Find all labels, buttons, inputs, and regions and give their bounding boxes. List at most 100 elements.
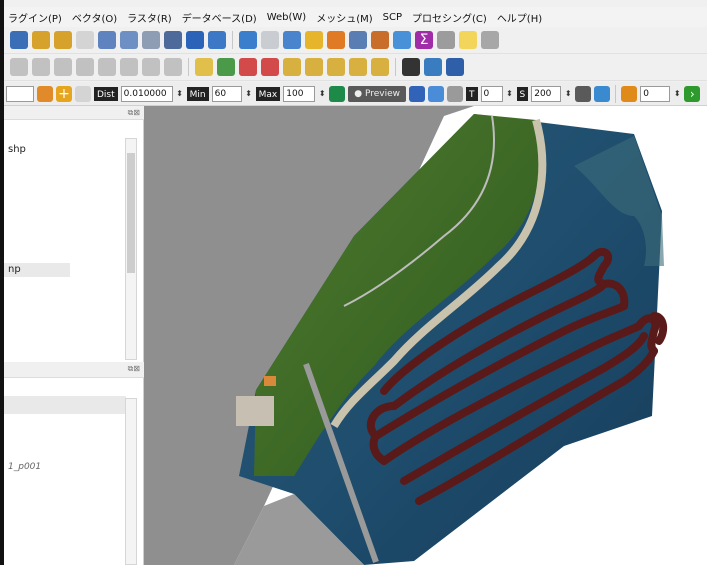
toolbar-separator (232, 31, 233, 49)
pan-icon[interactable] (10, 31, 28, 49)
label-tool-b-icon[interactable] (349, 58, 367, 76)
min-spinner[interactable]: ⬍ (245, 89, 253, 98)
max-spinner[interactable]: ⬍ (318, 89, 326, 98)
paste-icon[interactable] (120, 58, 138, 76)
label-icon[interactable] (195, 58, 213, 76)
label-tool-a-icon[interactable] (327, 58, 345, 76)
select-by-value-icon[interactable] (305, 31, 323, 49)
t-spinner[interactable]: ⬍ (506, 89, 514, 98)
max-input[interactable]: 100 (283, 85, 316, 102)
preview-redo-icon[interactable] (428, 85, 445, 102)
zoom-in-icon[interactable] (32, 31, 50, 49)
zoom-selection-icon[interactable] (142, 31, 160, 49)
select-features-icon[interactable] (283, 31, 301, 49)
copy-icon[interactable] (98, 58, 116, 76)
selected-row[interactable] (4, 396, 126, 414)
delete-selected-icon[interactable] (54, 58, 72, 76)
last-spinner[interactable]: ⬍ (673, 89, 681, 98)
next-arrow-icon[interactable]: › (684, 85, 701, 102)
database-icon[interactable] (575, 85, 592, 102)
menu-help[interactable]: ヘルプ(H) (497, 10, 542, 25)
toolbar-separator (188, 58, 189, 76)
action-icon[interactable] (261, 31, 279, 49)
browser-panel-header: ⧉⊠ (4, 362, 144, 378)
preview-refresh-icon[interactable] (447, 85, 464, 102)
undo-icon[interactable] (142, 58, 160, 76)
text-annotation-icon[interactable] (481, 31, 499, 49)
browser-panel: ⧉⊠ 1_p001 (4, 362, 144, 565)
redo-icon[interactable] (164, 58, 182, 76)
map-canvas[interactable] (144, 106, 707, 565)
zoom-full-icon[interactable] (98, 31, 116, 49)
refresh-icon[interactable] (208, 31, 226, 49)
field-calculator-icon[interactable] (371, 31, 389, 49)
add-roi-icon[interactable]: + (56, 85, 72, 102)
attribute-table-icon[interactable] (349, 31, 367, 49)
layer-order-icon[interactable] (621, 85, 638, 102)
menu-mesh[interactable]: メッシュ(M) (316, 10, 372, 25)
map-tips-icon[interactable] (459, 31, 477, 49)
label-tool-c-icon[interactable] (371, 58, 389, 76)
dist-input[interactable]: 0.010000 (120, 85, 173, 102)
scp-dock-icon[interactable] (446, 58, 464, 76)
identify-icon[interactable] (239, 31, 257, 49)
cut-icon[interactable] (76, 58, 94, 76)
menu-vector[interactable]: ベクタ(O) (72, 10, 117, 25)
gps-tracking-icon[interactable] (402, 58, 420, 76)
digitize-icon[interactable] (10, 58, 28, 76)
python-console-icon[interactable] (424, 58, 442, 76)
layer-item-shp[interactable]: shp (8, 144, 26, 155)
menu-database[interactable]: データベース(D) (182, 10, 257, 25)
s-label: S (516, 86, 529, 101)
measure-icon[interactable] (437, 31, 455, 49)
rotate-label-icon[interactable] (283, 58, 301, 76)
panel-controls-icon[interactable]: ⧉⊠ (128, 364, 140, 374)
kml-icon[interactable] (594, 85, 611, 102)
t-input[interactable]: 0 (480, 85, 503, 102)
statistics-icon[interactable]: Σ (415, 31, 433, 49)
toolbar-separator (395, 58, 396, 76)
menu-scp[interactable]: SCP (383, 12, 402, 23)
redo-roi-icon[interactable] (75, 85, 91, 102)
zoom-out-icon[interactable] (54, 31, 72, 49)
preview-button[interactable]: ● Preview (348, 85, 407, 102)
layers-panel-header: ⧉⊠ (4, 106, 144, 120)
preview-pointer-icon[interactable] (329, 85, 346, 102)
min-input[interactable]: 60 (211, 85, 242, 102)
save-edits-icon[interactable] (32, 58, 50, 76)
building (236, 396, 274, 426)
last-input[interactable]: 0 (640, 85, 671, 102)
s-spinner[interactable]: ⬍ (564, 89, 572, 98)
menu-web[interactable]: Web(W) (267, 12, 307, 23)
zoom-last-icon[interactable] (164, 31, 182, 49)
s-input[interactable]: 200 (531, 85, 562, 102)
scp-toolbar: + Dist 0.010000 ⬍ Min 60 ⬍ Max 100 ⬍ ● P… (4, 82, 707, 106)
dist-label: Dist (94, 86, 118, 101)
show-labels-icon[interactable] (239, 58, 257, 76)
browser-item[interactable]: 1_p001 (8, 462, 41, 472)
zoom-native-icon[interactable] (76, 31, 94, 49)
deselect-icon[interactable] (327, 31, 345, 49)
preview-label: Preview (364, 88, 401, 99)
min-label: Min (186, 86, 209, 101)
layers-scrollbar[interactable] (125, 138, 137, 360)
dist-spinner[interactable]: ⬍ (176, 89, 184, 98)
layers-scrollbar-thumb[interactable] (127, 153, 135, 273)
zoom-next-icon[interactable] (186, 31, 204, 49)
pin-labels-icon[interactable] (217, 58, 235, 76)
digitizing-toolbar (4, 54, 707, 81)
map-navigation-toolbar: Σ (4, 27, 707, 54)
menu-plugins[interactable]: ラグイン(P) (8, 10, 62, 25)
menu-raster[interactable]: ラスタ(R) (127, 10, 172, 25)
panel-controls-icon[interactable]: ⧉⊠ (128, 108, 140, 118)
move-label-icon[interactable] (261, 58, 279, 76)
zoom-layer-icon[interactable] (120, 31, 138, 49)
browser-scrollbar[interactable] (125, 398, 137, 565)
band-set-icon[interactable] (409, 85, 426, 102)
roi-pointer-icon[interactable] (37, 85, 53, 102)
toolbox-icon[interactable] (393, 31, 411, 49)
menu-processing[interactable]: プロセシング(C) (412, 10, 487, 25)
roi-selector[interactable] (6, 85, 34, 102)
layer-item-np[interactable]: np (8, 264, 21, 275)
change-label-icon[interactable] (305, 58, 323, 76)
